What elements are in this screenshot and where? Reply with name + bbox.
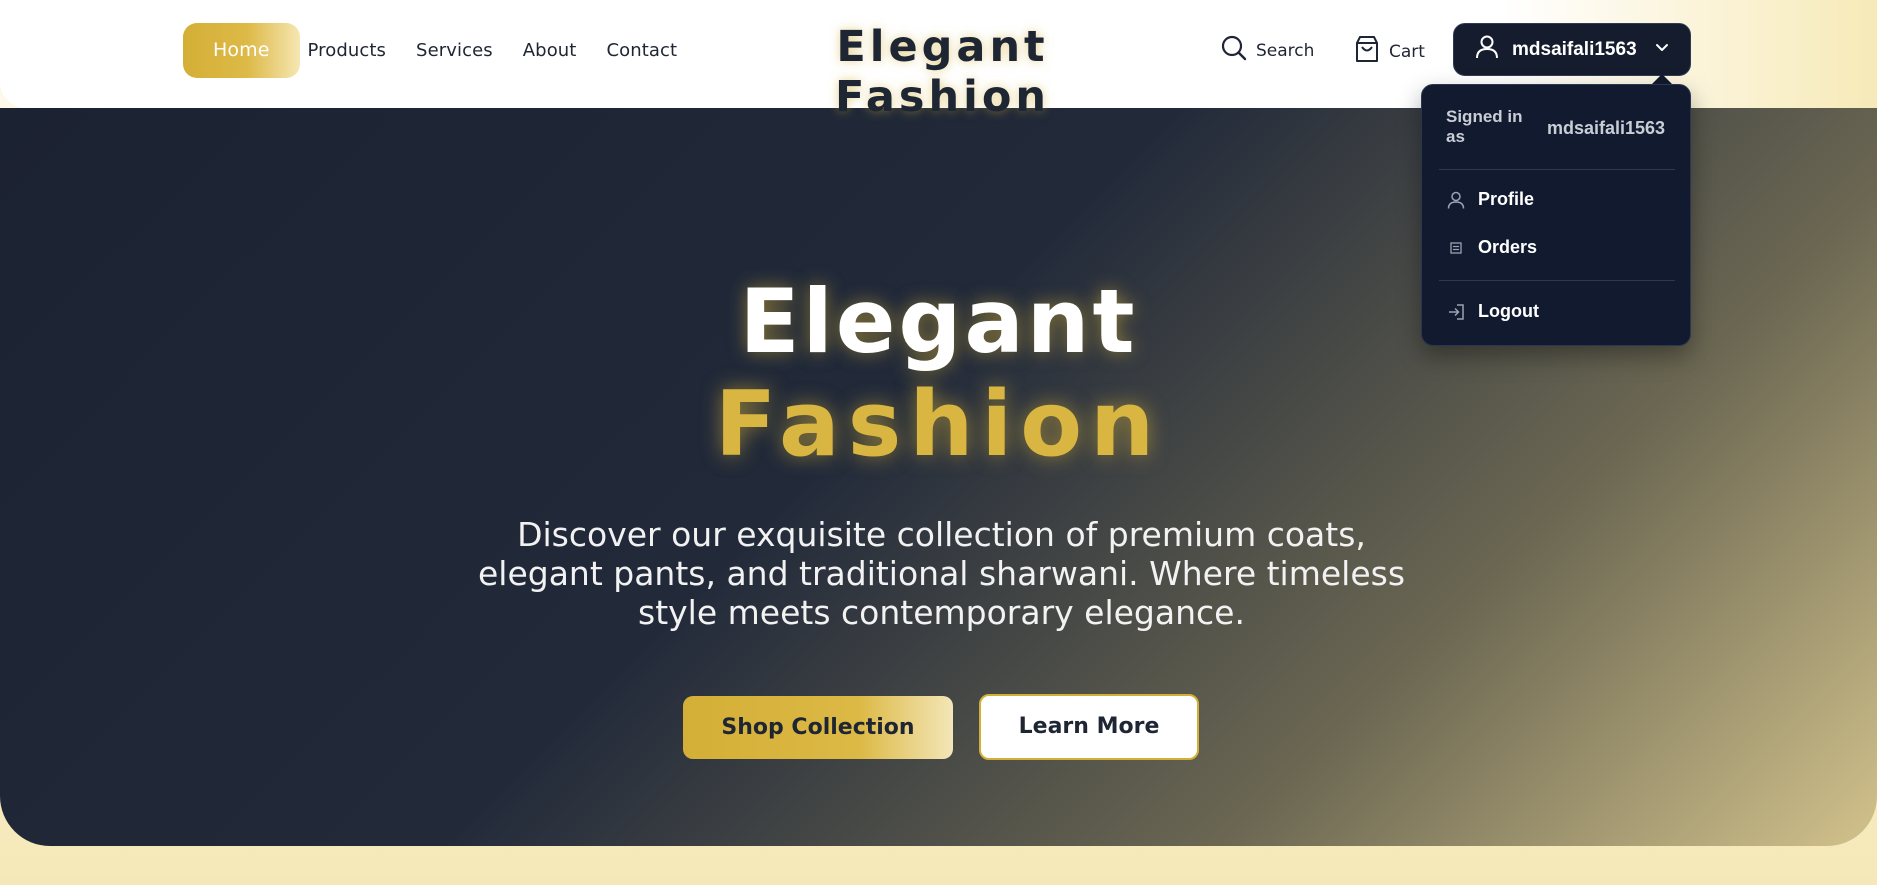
user-menu-button[interactable]: mdsaifali1563	[1453, 23, 1691, 76]
search-button[interactable]: Search	[1220, 34, 1314, 67]
shop-collection-button[interactable]: Shop Collection	[683, 696, 953, 759]
main-nav: Home Products Services About Contact	[183, 23, 692, 78]
user-dropdown-menu: Signed in as mdsaifali1563 Profile Order…	[1421, 84, 1691, 346]
user-menu-username: mdsaifali1563	[1512, 38, 1637, 60]
user-icon	[1446, 190, 1466, 210]
learn-more-button[interactable]: Learn More	[979, 694, 1199, 760]
dropdown-item-logout[interactable]: Logout	[1446, 301, 1539, 322]
cart-label: Cart	[1389, 41, 1425, 62]
dropdown-item-label: Logout	[1478, 301, 1539, 321]
signed-in-label: Signed in as	[1446, 107, 1523, 146]
dropdown-item-profile[interactable]: Profile	[1446, 189, 1534, 210]
cart-button[interactable]: Cart	[1353, 34, 1425, 69]
signed-in-username: mdsaifali1563	[1547, 118, 1666, 138]
search-icon	[1220, 34, 1248, 67]
logout-icon	[1446, 302, 1466, 322]
dropdown-divider	[1439, 280, 1675, 281]
nav-home[interactable]: Home	[183, 23, 300, 78]
hero-title-line2: Fashion	[714, 372, 1163, 477]
dropdown-item-label: Orders	[1478, 237, 1538, 257]
shopping-bag-icon	[1353, 34, 1381, 69]
nav-services[interactable]: Services	[401, 23, 508, 78]
hero-description: Discover our exquisite collection of pre…	[477, 515, 1406, 632]
dropdown-item-orders[interactable]: Orders	[1446, 237, 1537, 258]
list-icon	[1446, 238, 1466, 258]
dropdown-item-label: Profile	[1478, 189, 1535, 209]
site-brand[interactable]: Elegant Fashion	[740, 22, 1145, 122]
chevron-down-icon	[1654, 39, 1670, 61]
nav-about[interactable]: About	[508, 23, 592, 78]
search-label: Search	[1256, 40, 1315, 61]
dropdown-divider	[1439, 169, 1675, 170]
nav-products[interactable]: Products	[300, 23, 402, 78]
user-icon	[1474, 34, 1500, 66]
nav-contact[interactable]: Contact	[591, 23, 692, 78]
